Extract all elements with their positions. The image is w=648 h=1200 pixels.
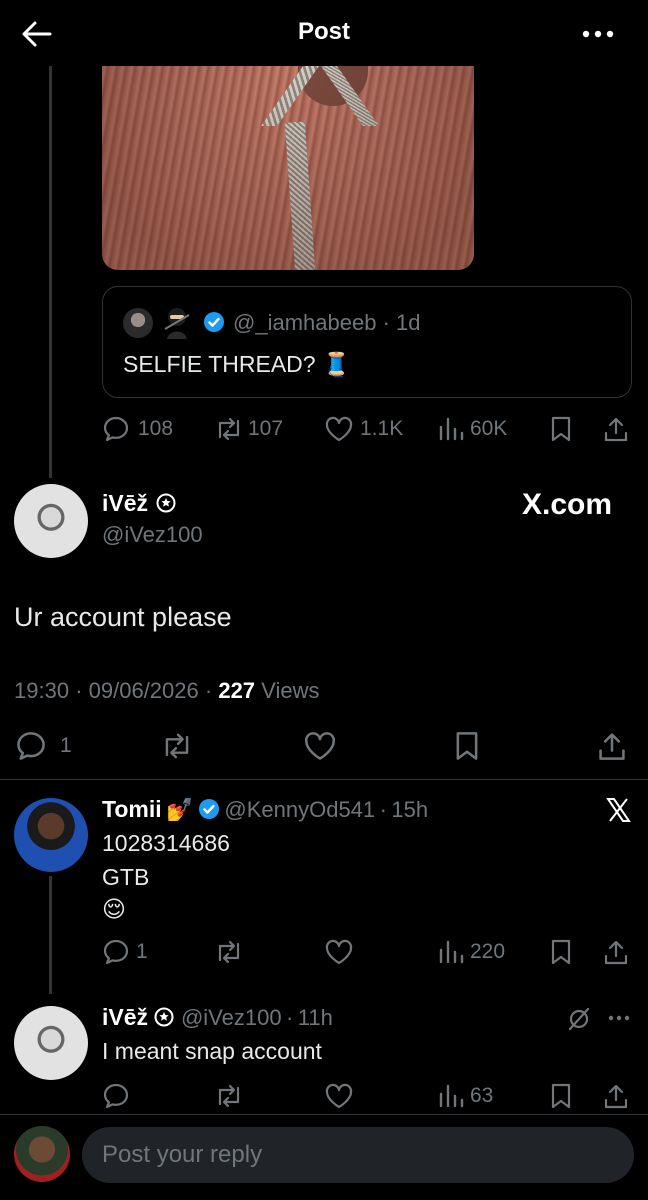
quoted-post-card[interactable]: @_iamhabeeb · 1d SELFIE THREAD? 🧵 xyxy=(102,286,632,398)
views-icon[interactable] xyxy=(438,415,464,443)
parent-repost-count: 107 xyxy=(248,417,284,440)
post-text: Ur account please xyxy=(14,602,232,632)
reply-count: 1 xyxy=(136,940,148,963)
repost-icon[interactable] xyxy=(212,1082,246,1110)
like-icon[interactable] xyxy=(324,938,354,966)
reply-icon[interactable] xyxy=(102,415,130,443)
author-name[interactable]: iVēž xyxy=(102,490,148,516)
current-user-avatar[interactable] xyxy=(14,1126,70,1182)
bookmark-icon[interactable] xyxy=(548,415,574,443)
reply-text: I meant snap account xyxy=(102,1038,322,1064)
like-icon[interactable] xyxy=(324,1082,354,1110)
like-icon[interactable] xyxy=(324,415,354,443)
thread-connector-line xyxy=(49,66,52,478)
views-icon[interactable] xyxy=(438,1082,464,1110)
top-bar: Post xyxy=(0,0,648,66)
reply-author-name[interactable]: Tomii xyxy=(102,796,162,822)
x-com-watermark: X.com xyxy=(522,488,613,521)
post-time: 19:30 xyxy=(14,678,70,703)
verified-star-badge-icon xyxy=(154,1007,174,1027)
reply-input-placeholder: Post your reply xyxy=(102,1141,263,1168)
parent-views-count: 60K xyxy=(470,417,508,440)
separator-dot: · xyxy=(382,310,390,335)
reply-time: 11h xyxy=(297,1005,333,1030)
share-icon[interactable] xyxy=(602,938,630,966)
main-reply-count: 1 xyxy=(60,734,72,757)
ninja-icon xyxy=(159,305,195,341)
parent-reply-count: 108 xyxy=(138,417,174,440)
post-date: 09/06/2026 xyxy=(88,678,199,703)
verified-star-badge-icon xyxy=(156,493,176,513)
nail-polish-emoji: 💅 xyxy=(166,797,194,822)
author-handle[interactable]: @iVez100 xyxy=(102,522,203,548)
verified-badge-icon xyxy=(203,311,225,333)
quoted-text: SELFIE THREAD? 🧵 xyxy=(123,351,351,377)
more-options-icon[interactable] xyxy=(578,20,618,48)
reply-input[interactable]: Post your reply xyxy=(82,1127,634,1183)
author-avatar[interactable] xyxy=(14,484,88,558)
grok-icon[interactable] xyxy=(566,1006,592,1032)
reply-handle[interactable]: @iVez100 xyxy=(181,1005,282,1030)
separator-dot: · xyxy=(204,678,219,703)
views-count[interactable]: 227 xyxy=(218,678,255,703)
reply-icon[interactable] xyxy=(102,1082,130,1110)
post-image[interactable] xyxy=(102,66,474,270)
bookmark-icon[interactable] xyxy=(548,938,574,966)
more-options-icon[interactable] xyxy=(606,1010,632,1026)
parent-like-count: 1.1K xyxy=(360,417,404,440)
share-icon[interactable] xyxy=(602,415,630,443)
thread-connector-line xyxy=(49,876,52,994)
reply-views-count: 220 xyxy=(470,940,506,963)
separator-dot: · xyxy=(75,678,89,703)
separator-dot: · xyxy=(286,1005,294,1030)
divider xyxy=(0,779,648,780)
reply-line-1: 1028314686 xyxy=(102,830,230,856)
quoted-time: 1d xyxy=(396,310,421,335)
page-title: Post xyxy=(297,18,350,45)
share-icon[interactable] xyxy=(596,730,628,762)
reply-handle[interactable]: @KennyOd541 xyxy=(224,797,375,822)
views-label: Views xyxy=(261,678,320,703)
reply-author-name[interactable]: iVēž xyxy=(102,1004,148,1030)
reply-avatar[interactable] xyxy=(14,798,88,872)
views-icon[interactable] xyxy=(438,938,464,966)
repost-icon[interactable] xyxy=(158,730,196,762)
reply-line-2: GTB xyxy=(102,864,150,890)
share-icon[interactable] xyxy=(602,1082,630,1110)
reply-icon[interactable] xyxy=(14,730,48,762)
reply-avatar[interactable] xyxy=(14,1006,88,1080)
verified-badge-icon xyxy=(198,798,220,820)
reply-views-count: 63 xyxy=(470,1084,494,1107)
x-logo-icon xyxy=(604,796,632,824)
repost-icon[interactable] xyxy=(212,938,246,966)
quoted-handle: @_iamhabeeb xyxy=(233,310,377,335)
separator-dot: · xyxy=(379,797,387,822)
reply-line-3: 😌 xyxy=(102,896,126,922)
reply-time: 15h xyxy=(391,797,429,822)
bookmark-icon[interactable] xyxy=(452,730,482,762)
bookmark-icon[interactable] xyxy=(548,1082,574,1110)
like-icon[interactable] xyxy=(302,730,338,762)
composer-divider xyxy=(0,1114,648,1115)
repost-icon[interactable] xyxy=(212,415,246,443)
reply-icon[interactable] xyxy=(102,938,130,966)
quoted-avatar-1 xyxy=(123,308,153,338)
